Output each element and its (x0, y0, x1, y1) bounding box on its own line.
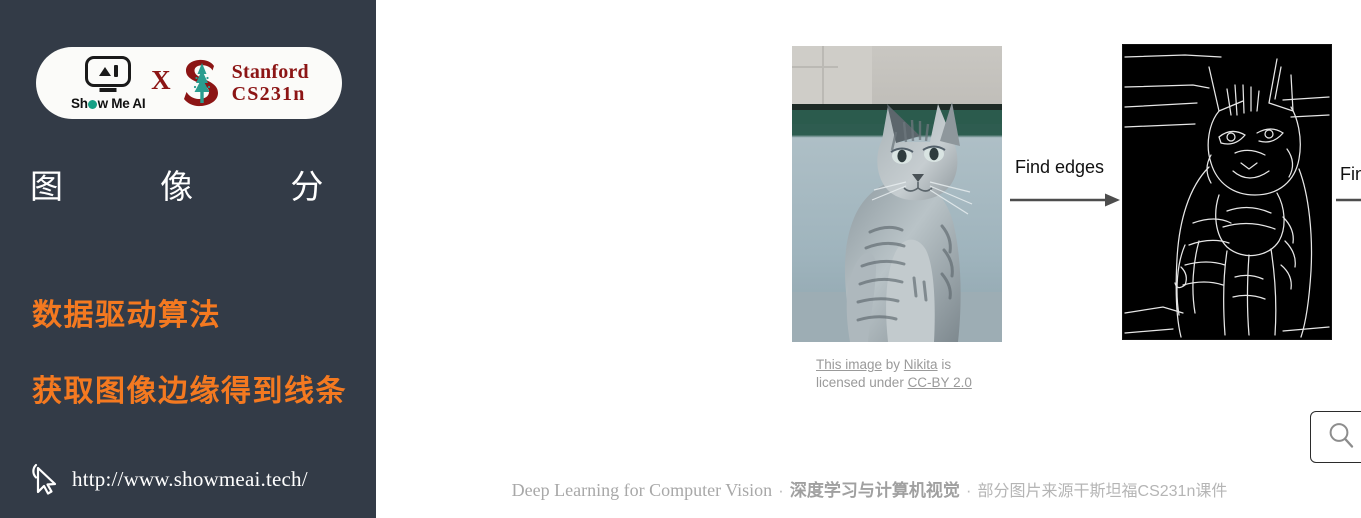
footer-chinese-bold: 深度学习与计算机视觉 (789, 481, 960, 500)
step1-label: Find edges (1015, 157, 1105, 177)
edge-detected-image (1122, 44, 1332, 340)
site-url-label[interactable]: http://www.showmeai.tech/ (72, 467, 308, 492)
stanford-line1: Stanford (231, 60, 309, 83)
step2-label: Find corners (1340, 164, 1361, 184)
sidebar: Sh w Me AI X Stanford CS231n 图 像 分 类 数据驱… (0, 0, 454, 518)
slide-root: Sh w Me AI X Stanford CS231n 图 像 分 类 数据驱… (0, 0, 1361, 518)
highlight-line-1: 数据驱动算法 (32, 299, 221, 332)
footer-separator-2: · (965, 481, 972, 500)
credit-by: by (882, 357, 904, 372)
site-url-row[interactable]: http://www.showmeai.tech/ (30, 462, 308, 496)
credit-link-license[interactable]: CC-BY 2.0 (908, 375, 972, 390)
cross-symbol: X (151, 64, 171, 95)
highlight-line-2: 获取图像边缘得到线条 (32, 375, 347, 408)
arrow-find-corners-icon (1336, 193, 1361, 207)
original-cat-image (792, 46, 1002, 342)
main-content: This image by Nikita is licensed under C… (378, 0, 1361, 518)
footer-separator-1: · (778, 481, 784, 500)
stanford-label: Stanford CS231n (232, 61, 309, 106)
credit-is: is (937, 357, 952, 372)
arrow-find-edges-icon (1010, 193, 1120, 207)
credit-link-image[interactable]: This image (816, 357, 882, 372)
footer-chinese-tail: 部分图片来源干斯坦福CS231n课件 (977, 483, 1228, 500)
stanford-tree-icon (181, 57, 223, 109)
logo-pill: Sh w Me AI X Stanford CS231n (36, 47, 342, 119)
stanford-line2: CS231n (231, 83, 306, 105)
footer: Deep Learning for Computer Vision · 深度学习与计… (378, 476, 1361, 501)
showmeai-logo-label: Sh w Me AI (71, 95, 146, 111)
showmeai-logo: Sh w Me AI (69, 55, 147, 111)
credit-link-author[interactable]: Nikita (904, 357, 938, 372)
search-icon (1327, 421, 1355, 454)
showmeai-logo-icon (85, 55, 132, 87)
wechat-search-box[interactable]: 搜索 | 微信 ShowMeAI 研究中心 (1310, 411, 1361, 463)
cursor-pointer-icon (30, 462, 60, 496)
footer-english: Deep Learning for Computer Vision (511, 480, 773, 500)
credit-licensed-under: licensed under (816, 375, 908, 391)
image-credit: This image by Nikita is licensed under C… (816, 356, 1016, 392)
